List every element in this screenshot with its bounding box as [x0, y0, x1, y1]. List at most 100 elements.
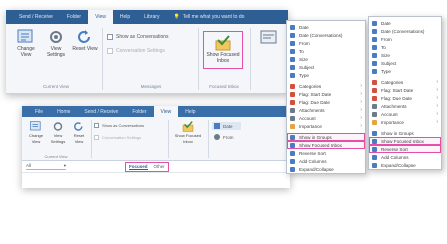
menu-item[interactable]: Subject — [287, 63, 365, 71]
ribbon-divider — [168, 120, 169, 158]
menu-item[interactable]: Account › — [369, 110, 441, 118]
menu-item[interactable]: From — [287, 39, 365, 47]
tell-me-search[interactable]: 💡 Tell me what you want to do — [166, 10, 251, 24]
tab-other[interactable]: Other — [154, 164, 165, 170]
view-settings-button[interactable]: View Settings — [47, 120, 69, 145]
menu-item[interactable]: Subject — [369, 59, 441, 67]
conversation-settings-label: Conversation Settings — [102, 135, 142, 140]
menu-item-label: Subject — [381, 60, 397, 66]
menu-item-label: To — [299, 48, 304, 54]
menu-item-label: Importance — [299, 123, 322, 129]
tab-help[interactable]: Help — [113, 10, 137, 24]
sort-from-option[interactable]: From — [212, 134, 234, 140]
menu-item[interactable]: Attachments › — [369, 102, 441, 110]
menu-item-label: Categories — [299, 83, 322, 89]
menu-item[interactable]: Type — [369, 67, 441, 75]
menu-item[interactable]: Type — [287, 71, 365, 79]
change-view-button[interactable]: Change View — [25, 120, 47, 145]
show-focused-inbox-button[interactable]: Show Focused Inbox — [203, 31, 243, 69]
menu-item[interactable]: Flag: Start Date › — [287, 90, 365, 98]
menu-item[interactable]: Show in Groups — [369, 129, 441, 137]
tell-me-label: Tell me what you want to do — [182, 14, 245, 20]
menu-item[interactable]: Show in Groups — [287, 133, 365, 141]
menu-item[interactable]: To — [369, 43, 441, 51]
menu-item[interactable]: Importance › — [287, 122, 365, 130]
menu-item[interactable]: Add Columns — [287, 157, 365, 165]
menu-item-icon — [372, 79, 377, 85]
menu-item-label: To — [381, 44, 386, 50]
menu-item[interactable]: Importance › — [369, 118, 441, 126]
ribbon-view: Change View View Settings Reset View Cur… — [22, 117, 290, 161]
filter-dropdown[interactable]: All ▾ — [26, 163, 66, 170]
tab-home[interactable]: Home — [50, 106, 77, 117]
tab-view[interactable]: View — [88, 10, 113, 24]
menu-item[interactable]: Size — [287, 55, 365, 63]
ribbon-divider — [208, 120, 209, 158]
menu-item-icon — [290, 72, 295, 78]
conversation-settings-button[interactable]: Conversation Settings — [94, 135, 141, 140]
current-view-group-label: Current View — [43, 84, 69, 89]
menu-item[interactable]: Add Columns — [369, 153, 441, 161]
tab-folder[interactable]: Folder — [60, 10, 88, 24]
menu-item[interactable]: Expand/Collapse — [369, 161, 441, 169]
menu-item[interactable]: Reverse Sort — [287, 149, 365, 157]
menu-item[interactable]: Expand/Collapse — [287, 165, 365, 173]
reset-view-button[interactable]: Reset View — [69, 120, 89, 145]
checkbox-box — [107, 34, 113, 40]
show-as-conversations-checkbox[interactable]: Show as Conversations — [107, 34, 169, 40]
menu-item[interactable]: Size — [369, 51, 441, 59]
conversation-settings-button[interactable]: Conversation Settings — [107, 48, 165, 54]
menu-item[interactable]: Date — [287, 23, 365, 31]
view-settings-button[interactable]: View Settings — [42, 28, 70, 58]
menu-item-icon — [290, 83, 295, 89]
menu-item[interactable]: Account › — [287, 114, 365, 122]
show-as-conversations-checkbox[interactable]: Show as Conversations — [94, 123, 144, 128]
tab-send-receive[interactable]: Send / Receive — [12, 10, 60, 24]
menu-item[interactable]: Show Focused Inbox — [369, 137, 441, 145]
tab-file[interactable]: File — [28, 106, 50, 117]
menu-item[interactable]: Reverse Sort — [369, 145, 441, 153]
focused-other-toggle[interactable]: Focused Other — [125, 161, 169, 172]
menu-item-label: Attachments — [299, 107, 325, 113]
menu-item-label: Type — [381, 68, 391, 74]
menu-item[interactable]: Flag: Due Date › — [287, 98, 365, 106]
change-view-button[interactable]: Change View — [12, 28, 40, 58]
reset-view-button[interactable]: Reset View — [72, 28, 98, 52]
sort-date-option[interactable]: Date — [212, 122, 241, 130]
tab-focused[interactable]: Focused — [129, 164, 148, 170]
show-as-conversations-label: Show as Conversations — [116, 34, 169, 40]
menu-item[interactable]: To — [287, 47, 365, 55]
menu-item-icon — [372, 162, 377, 168]
menu-item-icon — [372, 36, 377, 42]
submenu-arrow-icon: › — [436, 103, 438, 109]
focused-inbox-icon — [215, 35, 231, 51]
tab-folder[interactable]: Folder — [125, 106, 153, 117]
menu-item[interactable]: Attachments › — [287, 106, 365, 114]
tab-send-receive[interactable]: Send / Receive — [77, 106, 125, 117]
menu-item[interactable]: Date (Conversations) — [287, 31, 365, 39]
menu-item[interactable]: Categories › — [287, 82, 365, 90]
show-focused-inbox-label: Show Focused Inbox — [174, 133, 202, 144]
preview-icon — [260, 30, 277, 44]
reset-icon — [74, 122, 83, 131]
menu-item[interactable]: Flag: Start Date › — [369, 86, 441, 94]
tab-help[interactable]: Help — [178, 106, 202, 117]
menu-item-label: Flag: Due Date — [299, 99, 330, 105]
tab-view[interactable]: View — [153, 106, 179, 117]
submenu-arrow-icon: › — [360, 123, 362, 129]
menu-item[interactable]: Date (Conversations) — [369, 27, 441, 35]
lightbulb-icon: 💡 — [173, 14, 180, 20]
show-focused-inbox-button[interactable]: Show Focused Inbox — [172, 120, 204, 145]
menu-item[interactable]: Categories › — [369, 78, 441, 86]
menu-item-icon — [372, 154, 377, 160]
menu-item[interactable]: Date — [369, 19, 441, 27]
menu-item[interactable]: Flag: Due Date › — [369, 94, 441, 102]
menu-item-label: Show in Groups — [299, 134, 332, 140]
tab-library[interactable]: Library — [137, 10, 166, 24]
menu-item[interactable]: From — [369, 35, 441, 43]
menu-item-label: Reverse Sort — [299, 150, 326, 156]
reset-view-label: Reset View — [73, 133, 85, 144]
menu-item-label: Flag: Due Date — [381, 95, 412, 101]
menu-item[interactable]: Show Focused Inbox — [287, 141, 365, 149]
message-preview-button[interactable] — [256, 28, 282, 46]
